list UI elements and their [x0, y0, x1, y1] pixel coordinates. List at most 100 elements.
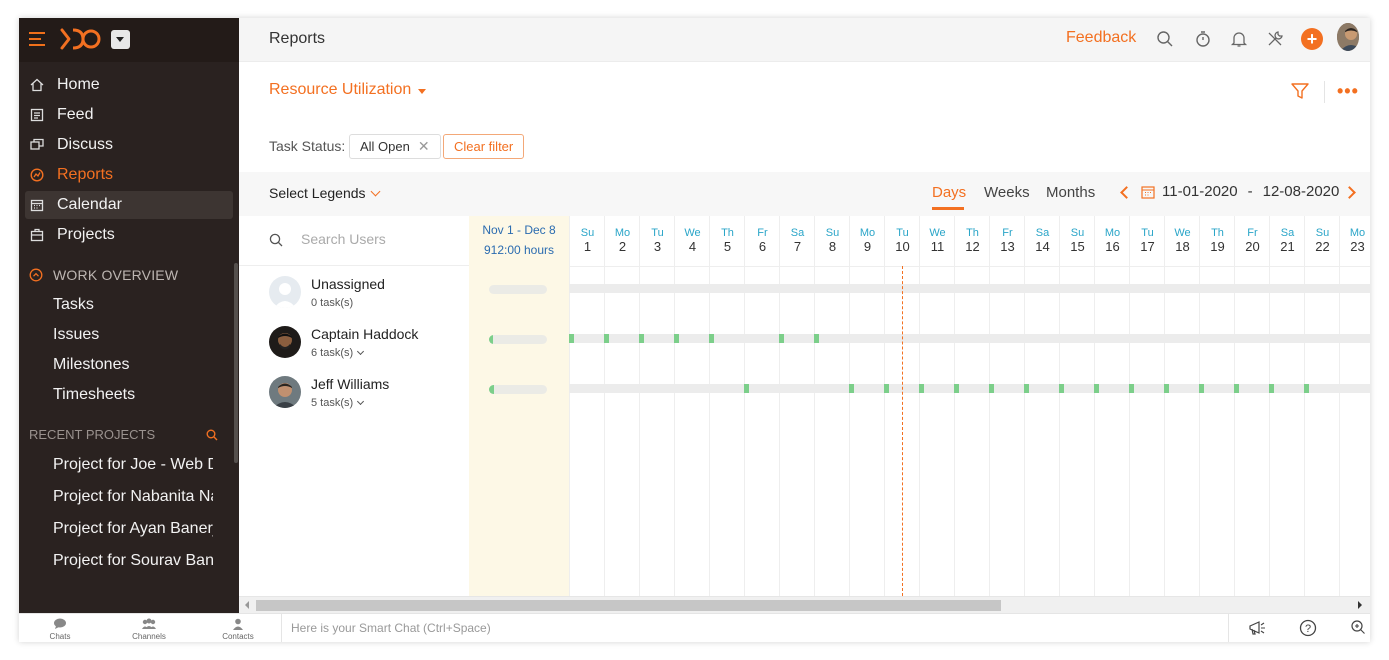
zoom-search-icon[interactable] — [1350, 619, 1366, 635]
recent-project-item[interactable]: Project for Joe - Web D — [53, 456, 213, 474]
announcement-icon[interactable] — [1247, 619, 1267, 637]
recent-project-item[interactable]: Project for Nabanita Na — [53, 488, 213, 506]
day-column: Th 12 — [954, 216, 989, 596]
busy-day-marker[interactable] — [1199, 384, 1204, 393]
filter-icon[interactable] — [1290, 81, 1310, 101]
sidebar-item-calendar[interactable]: Calendar — [25, 191, 233, 219]
recent-projects-title: RECENT PROJECTS — [29, 427, 156, 442]
smart-chat-input[interactable]: Here is your Smart Chat (Ctrl+Space) — [281, 614, 1229, 642]
tab-days[interactable]: Days — [932, 184, 966, 201]
busy-day-marker[interactable] — [1059, 384, 1064, 393]
day-name: We — [1174, 227, 1191, 239]
busy-day-marker[interactable] — [569, 334, 574, 343]
user-row[interactable]: Captain Haddock 6 task(s) — [239, 318, 469, 368]
day-number: 3 — [653, 239, 662, 254]
recent-project-item[interactable]: Project for Ayan Banerj — [53, 520, 213, 538]
feed-icon — [29, 107, 45, 123]
busy-day-marker[interactable] — [1024, 384, 1029, 393]
search-users-box[interactable]: Search Users — [239, 216, 469, 266]
recent-project-item[interactable]: Project for Sourav Bane — [53, 552, 213, 570]
busy-day-marker[interactable] — [604, 334, 609, 343]
work-overview-header[interactable]: WORK OVERVIEW — [29, 267, 178, 283]
user-name: Captain Haddock — [311, 326, 419, 342]
close-icon[interactable]: ✕ — [418, 138, 430, 155]
sidebar-item-home[interactable]: Home — [25, 71, 233, 99]
summary-date-range: Nov 1 - Dec 8 — [482, 223, 556, 237]
sidebar-item-discuss[interactable]: Discuss — [25, 131, 233, 159]
search-icon[interactable] — [206, 429, 218, 441]
calendar-icon — [29, 197, 45, 213]
tab-weeks[interactable]: Weeks — [984, 184, 1030, 201]
tab-months[interactable]: Months — [1046, 184, 1095, 201]
busy-day-marker[interactable] — [814, 334, 819, 343]
timer-icon[interactable] — [1192, 28, 1214, 50]
user-row[interactable]: Unassigned 0 task(s) — [239, 268, 469, 318]
busy-day-marker[interactable] — [1164, 384, 1169, 393]
sidebar-item-feed[interactable]: Feed — [25, 101, 233, 129]
notification-bell-icon[interactable] — [1228, 28, 1250, 50]
scrollbar-thumb[interactable] — [256, 600, 1001, 611]
svg-text:?: ? — [1305, 623, 1311, 635]
previous-range-icon[interactable] — [1120, 186, 1133, 199]
sidebar-item-issues[interactable]: Issues — [53, 326, 213, 344]
next-range-icon[interactable] — [1343, 186, 1356, 199]
busy-day-marker[interactable] — [849, 384, 854, 393]
tools-icon[interactable] — [1264, 28, 1286, 50]
task-status-filter-chip[interactable]: All Open ✕ — [349, 134, 441, 159]
scroll-right-icon[interactable] — [1358, 601, 1362, 609]
busy-day-marker[interactable] — [639, 334, 644, 343]
channels-button[interactable]: Channels — [124, 617, 174, 641]
chats-button[interactable]: Chats — [35, 617, 85, 641]
user-task-count[interactable]: 5 task(s) — [311, 397, 365, 409]
busy-day-marker[interactable] — [989, 384, 994, 393]
more-options-icon[interactable]: ••• — [1337, 81, 1359, 102]
sidebar-item-projects[interactable]: Projects — [25, 221, 233, 249]
horizontal-scrollbar[interactable] — [239, 596, 1370, 613]
day-column: Tu 3 — [639, 216, 674, 596]
hamburger-menu-icon[interactable] — [29, 32, 45, 46]
utilization-track — [569, 384, 1370, 393]
scroll-left-icon[interactable] — [245, 601, 249, 609]
sidebar-scrollbar[interactable] — [234, 263, 238, 463]
select-legends-dropdown[interactable]: Select Legends — [269, 185, 380, 201]
portal-dropdown[interactable] — [111, 30, 130, 49]
busy-day-marker[interactable] — [1234, 384, 1239, 393]
busy-day-marker[interactable] — [744, 384, 749, 393]
chevron-down-icon — [357, 397, 365, 406]
busy-day-marker[interactable] — [709, 334, 714, 343]
help-icon[interactable]: ? — [1299, 619, 1317, 637]
busy-day-marker[interactable] — [954, 384, 959, 393]
report-type-dropdown[interactable]: Resource Utilization — [269, 81, 427, 99]
day-name: Mo — [1349, 227, 1366, 239]
day-number: 21 — [1280, 239, 1295, 254]
busy-day-marker[interactable] — [1269, 384, 1274, 393]
task-status-label: Task Status: — [269, 138, 346, 154]
user-task-count[interactable]: 6 task(s) — [311, 347, 365, 359]
feedback-link[interactable]: Feedback — [1066, 29, 1136, 47]
sidebar-item-timesheets[interactable]: Timesheets — [53, 386, 213, 404]
sidebar-item-tasks[interactable]: Tasks — [53, 296, 213, 314]
add-new-button[interactable]: + — [1301, 28, 1323, 50]
day-column: We 11 — [919, 216, 954, 596]
sidebar-item-reports[interactable]: Reports — [25, 161, 233, 189]
busy-day-marker[interactable] — [779, 334, 784, 343]
busy-day-marker[interactable] — [884, 384, 889, 393]
clear-filter-button[interactable]: Clear filter — [443, 134, 525, 159]
user-avatar[interactable] — [1337, 23, 1359, 51]
avatar — [269, 376, 301, 408]
busy-day-marker[interactable] — [919, 384, 924, 393]
busy-day-marker[interactable] — [1304, 384, 1309, 393]
home-icon — [29, 77, 45, 93]
sidebar-item-milestones[interactable]: Milestones — [53, 356, 213, 374]
busy-day-marker[interactable] — [1094, 384, 1099, 393]
day-number: 15 — [1070, 239, 1085, 254]
date-range-picker[interactable]: 11-01-2020 - 12-08-2020 — [1141, 183, 1339, 200]
contacts-button[interactable]: Contacts — [213, 617, 263, 641]
busy-day-marker[interactable] — [674, 334, 679, 343]
avatar — [269, 276, 301, 308]
projects-icon — [29, 227, 45, 243]
user-row[interactable]: Jeff Williams 5 task(s) — [239, 368, 469, 418]
zoho-projects-logo[interactable] — [59, 26, 105, 52]
busy-day-marker[interactable] — [1129, 384, 1134, 393]
search-icon[interactable] — [1154, 28, 1176, 50]
